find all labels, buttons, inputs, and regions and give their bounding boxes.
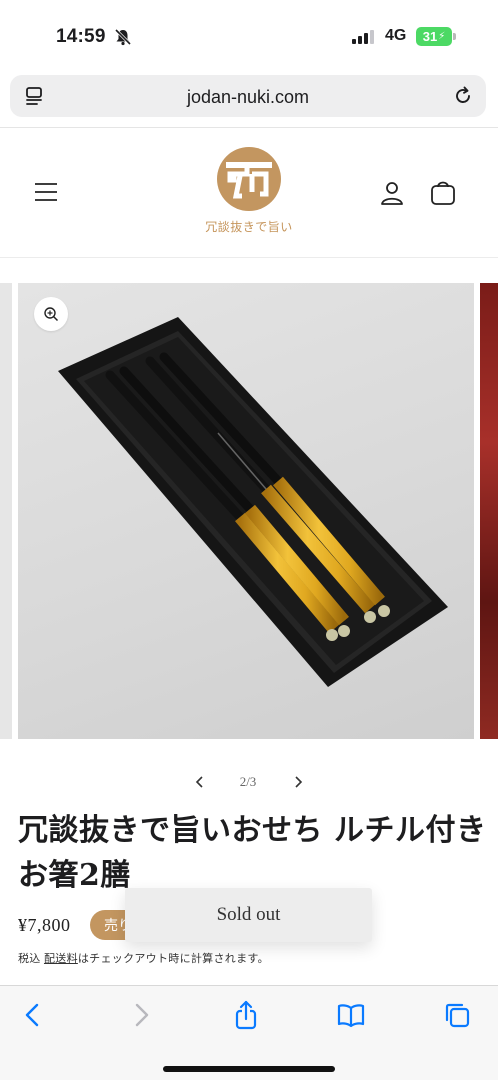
site-logo[interactable]: 冗談抜きで旨い: [203, 146, 295, 246]
forward-icon[interactable]: [126, 1000, 156, 1030]
network-type: 4G: [385, 27, 407, 44]
chopsticks-box-photo: [58, 317, 448, 687]
charging-bolt: ⚡: [438, 31, 446, 42]
back-icon[interactable]: [18, 1000, 48, 1030]
reload-icon[interactable]: [452, 85, 474, 107]
chevron-left-icon[interactable]: [191, 772, 209, 792]
battery-icon: 31 ⚡: [416, 27, 452, 46]
product-title: 冗談抜きで旨いおせち ルチル付きお箸2膳: [18, 813, 487, 893]
site-header: 冗談抜きで旨い: [0, 128, 498, 258]
home-indicator: [163, 1066, 335, 1072]
previous-slide-peek[interactable]: [0, 283, 12, 739]
tax-prefix: 税込: [18, 953, 41, 965]
bag-icon[interactable]: [430, 178, 456, 206]
url-text[interactable]: jodan-nuki.com: [10, 87, 486, 108]
share-icon[interactable]: [231, 1000, 261, 1030]
hamburger-icon[interactable]: [34, 180, 58, 204]
tabs-icon[interactable]: [442, 1000, 472, 1030]
product-image[interactable]: [18, 283, 474, 739]
address-bar[interactable]: jodan-nuki.com: [10, 75, 486, 117]
battery-level: 31: [422, 29, 438, 44]
address-bar-area: jodan-nuki.com: [0, 70, 498, 128]
product-gallery[interactable]: [0, 283, 498, 739]
tax-suffix: はチェックアウト時に計算されます。: [77, 953, 269, 965]
logo-text: 冗談抜きで旨い: [205, 220, 293, 234]
battery-tip: [453, 33, 456, 40]
sold-out-toast: Sold out: [125, 888, 372, 942]
zoom-in-icon: [44, 307, 59, 322]
zoom-button[interactable]: [34, 297, 68, 331]
logo-mark-icon: [217, 147, 281, 211]
slide-counter: 2/3: [239, 774, 257, 789]
next-slide-peek[interactable]: [480, 283, 498, 739]
tax-note: 税込 配送料はチェックアウト時に計算されます。: [18, 950, 269, 966]
status-bar: 14:59 4G 31 ⚡: [0, 0, 498, 70]
chevron-right-icon[interactable]: [289, 772, 307, 792]
bell-slash-icon: [114, 28, 132, 46]
gallery-pager: 2/3: [0, 770, 498, 794]
signal-icon: [352, 30, 374, 44]
product-price: ¥7,800: [18, 915, 71, 935]
status-time: 14:59: [56, 26, 106, 47]
bookmarks-icon[interactable]: [336, 1000, 366, 1030]
shipping-link[interactable]: 配送料: [44, 953, 78, 965]
person-icon[interactable]: [380, 180, 404, 206]
